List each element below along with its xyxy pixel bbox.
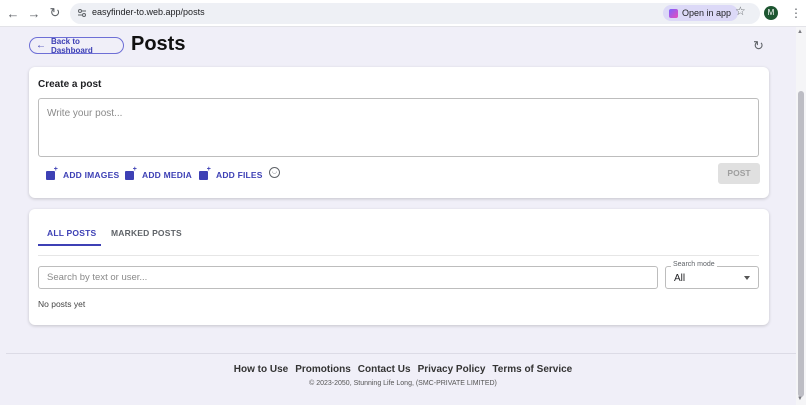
add-files-label: ADD FILES [216, 170, 263, 180]
scroll-down-icon[interactable]: ▼ [797, 396, 803, 402]
browser-toolbar: ← → ↻ easyfinder-to.web.app/posts Open i… [0, 0, 806, 27]
caret-down-icon [744, 276, 750, 280]
url-text: easyfinder-to.web.app/posts [92, 7, 205, 17]
create-post-title: Create a post [38, 79, 102, 90]
back-arrow-icon[interactable]: ← [5, 5, 21, 21]
open-in-app-button[interactable]: Open in app [663, 5, 739, 21]
add-files-button[interactable]: ADD FILES [199, 166, 263, 182]
add-images-button[interactable]: ADD IMAGES [46, 166, 120, 182]
open-in-app-label: Open in app [682, 8, 732, 18]
browser-menu-icon[interactable]: ⋮ [790, 5, 802, 21]
forward-arrow-icon[interactable]: → [26, 5, 42, 21]
footer-link-how-to-use[interactable]: How to Use [234, 364, 288, 375]
profile-avatar[interactable]: M [764, 6, 778, 20]
empty-posts-text: No posts yet [38, 299, 86, 309]
footer-links: How to Use Promotions Contact Us Privacy… [0, 364, 806, 375]
page-scrollbar[interactable]: ▲ ▼ [796, 27, 806, 405]
search-mode-label: Search mode [671, 261, 717, 268]
back-to-dashboard-button[interactable]: ← Back to Dashboard [29, 36, 124, 55]
posts-card: ALL POSTS MARKED POSTS Search mode All N… [29, 209, 769, 325]
search-mode-select[interactable]: Search mode All [665, 261, 759, 289]
post-text-input[interactable] [38, 98, 759, 157]
footer-link-promotions[interactable]: Promotions [295, 364, 351, 375]
site-info-icon[interactable] [77, 8, 87, 18]
add-media-icon [125, 166, 137, 180]
active-tab-indicator [38, 244, 101, 246]
address-bar[interactable]: easyfinder-to.web.app/posts Open in app [70, 3, 760, 24]
page-title: Posts [131, 33, 186, 55]
app-icon [669, 9, 678, 18]
emoji-icon[interactable]: ◡ [269, 167, 280, 178]
footer-link-contact-us[interactable]: Contact Us [358, 364, 411, 375]
back-to-dashboard-label: Back to Dashboard [51, 36, 93, 55]
add-file-icon [199, 166, 211, 180]
add-media-button[interactable]: ADD MEDIA [125, 166, 192, 182]
search-input[interactable] [38, 266, 658, 289]
footer-link-privacy-policy[interactable]: Privacy Policy [418, 364, 486, 375]
create-post-card: Create a post ADD IMAGES ADD MEDIA ADD F… [29, 67, 769, 198]
arrow-left-icon: ← [36, 40, 46, 51]
bookmark-star-icon[interactable]: ☆ [735, 4, 746, 18]
scrollbar-thumb[interactable] [798, 91, 804, 397]
tab-marked-posts[interactable]: MARKED POSTS [111, 228, 182, 238]
refresh-icon[interactable]: ↻ [753, 38, 764, 54]
post-button[interactable]: POST [718, 163, 760, 184]
footer-link-terms-of-service[interactable]: Terms of Service [492, 364, 572, 375]
tab-all-posts[interactable]: ALL POSTS [47, 228, 96, 238]
search-mode-value: All [674, 273, 686, 284]
footer-divider [6, 353, 796, 354]
tabs-divider [38, 255, 759, 256]
reload-icon[interactable]: ↻ [47, 5, 63, 21]
add-images-label: ADD IMAGES [63, 170, 120, 180]
footer-copyright: © 2023-2050, Stunning Life Long, (SMC-PR… [309, 380, 497, 387]
scroll-up-icon[interactable]: ▲ [797, 29, 803, 35]
add-media-label: ADD MEDIA [142, 170, 192, 180]
add-image-icon [46, 166, 58, 180]
